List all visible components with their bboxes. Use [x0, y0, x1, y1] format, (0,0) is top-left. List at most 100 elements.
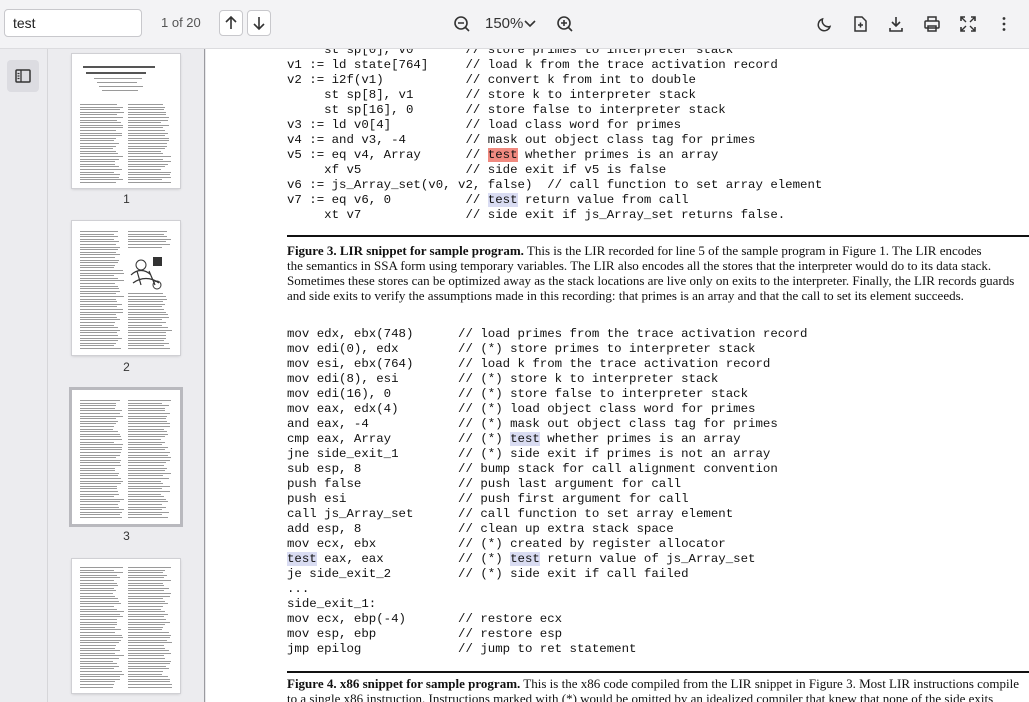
page-thumbnail-4[interactable]	[72, 559, 180, 693]
fullscreen-icon	[960, 16, 976, 32]
thumbnail-text-line	[128, 117, 169, 118]
thumbnail-text-line	[80, 470, 116, 472]
thumbnail-text-line	[80, 645, 116, 646]
thumbnail-text-line	[128, 174, 170, 176]
thumbnail-text-line	[80, 619, 118, 620]
thumbnail-text-line	[128, 119, 168, 121]
page-thumbnail-1[interactable]	[72, 54, 180, 188]
thumbnail-text-line	[80, 671, 123, 672]
thumbnail-text-line	[80, 246, 121, 248]
zoom-dropdown-button[interactable]	[521, 12, 539, 34]
code-text: mov esp, ebp // restore esp	[287, 627, 563, 641]
thumbnail-text-line	[128, 467, 167, 469]
fullscreen-button[interactable]	[956, 11, 980, 37]
sidebar-icon	[15, 69, 31, 83]
thumbnail-text-line	[128, 678, 170, 680]
thumbnail-text-line	[80, 244, 117, 245]
thumbnail-text-line	[80, 517, 123, 518]
thumbnail-text-line	[128, 400, 171, 401]
caption-line: to a single x86 instruction. Instruction…	[287, 691, 1029, 702]
thumbnail-text-line	[80, 233, 115, 235]
thumbnail-text-line	[80, 238, 114, 240]
thumbnail-text-line	[80, 467, 116, 469]
thumbnail-page-number: 3	[123, 529, 130, 543]
code-line: v7 := eq v6, 0 // test return value from…	[287, 193, 822, 208]
thumbnail-text-line	[128, 418, 166, 420]
thumbnail-text-line	[128, 600, 165, 602]
print-button[interactable]	[920, 11, 944, 37]
thumbnail-text-line	[128, 598, 164, 600]
download-button[interactable]	[884, 11, 908, 37]
thumbnail-title-line	[83, 66, 155, 68]
thumbnail-text-line	[128, 182, 172, 183]
thumbnail-text-line	[80, 241, 120, 243]
code-line: mov esi, ebx(764) // load k from the tra…	[287, 357, 808, 372]
thumbnail-text-line	[128, 470, 166, 472]
code-text: mov edx, ebx(748) // load primes from th…	[287, 327, 808, 341]
thumbnail-text-line	[128, 145, 168, 147]
thumbnail-text-line	[128, 441, 166, 443]
thumbnail-text-line	[128, 114, 167, 116]
thumbnail-text-line	[80, 454, 120, 456]
thumbnail-text-line	[128, 611, 165, 613]
page-thumbnail-3[interactable]	[72, 390, 180, 524]
thumbnail-text-line	[80, 569, 114, 571]
code-line: cmp eax, Array // (*) test whether prime…	[287, 432, 808, 447]
thumbnail-text-line	[80, 137, 117, 139]
thumbnail-text-line	[128, 423, 170, 425]
thumbnail-text-line	[80, 293, 117, 295]
thumbnail-text-line	[128, 449, 166, 451]
thumbnail-text-line	[80, 629, 121, 631]
code-line: mov esp, ebp // restore esp	[287, 627, 808, 642]
more-options-button[interactable]	[992, 11, 1016, 37]
code-text: st sp[0], v0 // store primes to interpre…	[287, 49, 734, 57]
thumbnail-title-line	[99, 86, 143, 87]
thumbnail-text-line	[128, 655, 165, 657]
chevron-down-icon	[524, 20, 536, 28]
thumbnail-text-line	[80, 413, 120, 414]
thumbnail-text-line	[80, 143, 119, 144]
zoom-out-button[interactable]	[450, 11, 474, 37]
thumbnail-text-line	[80, 171, 114, 173]
thumbnail-text-line	[80, 509, 124, 511]
zoom-in-button[interactable]	[553, 11, 577, 37]
thumbnail-text-line	[128, 301, 163, 303]
thumbnail-text-line	[80, 585, 119, 587]
code-text: jmp epilog // jump to ret statement	[287, 642, 637, 656]
add-document-button[interactable]	[848, 11, 872, 37]
zoom-level[interactable]: 150%	[485, 15, 523, 32]
code-text: v3 := ld v0[4] // load class word for pr…	[287, 118, 682, 132]
thumbnail-text-line	[128, 603, 168, 605]
thumbnail-text-line	[80, 402, 117, 404]
code-text: v5 := eq v4, Array //	[287, 148, 488, 162]
thumbnail-text-line	[80, 124, 123, 126]
code-line: st sp[0], v0 // store primes to interpre…	[287, 49, 822, 58]
thumbnail-text-line	[80, 577, 120, 579]
thumbnail-text-line	[128, 303, 165, 305]
thumbnail-text-line	[80, 611, 124, 613]
next-match-button[interactable]	[247, 10, 271, 36]
code-text: st sp[8], v1 // store k to interpreter s…	[287, 88, 696, 102]
code-line: and eax, -4 // (*) mask out object class…	[287, 417, 808, 432]
page-thumbnail-2[interactable]	[72, 221, 180, 355]
code-line: xf v5 // side exit if v5 is false	[287, 163, 822, 178]
document-add-icon	[854, 16, 867, 32]
caption-label: Figure 3. LIR snippet for sample program…	[287, 243, 524, 258]
thumbnail-text-line	[128, 634, 172, 636]
search-input[interactable]	[4, 9, 142, 37]
toggle-sidebar-button[interactable]	[7, 60, 39, 92]
code-line: push false // push last argument for cal…	[287, 477, 808, 492]
code-text: push false // push last argument for cal…	[287, 477, 682, 491]
code-text: return value from call	[517, 193, 689, 207]
thumbnail-text-line	[128, 140, 170, 142]
code-line: mov eax, edx(4) // (*) load object class…	[287, 402, 808, 417]
caption-text: and side exits to verify the assumptions…	[287, 288, 964, 303]
thumbnail-text-line	[128, 582, 163, 584]
thumbnail-text-line	[80, 606, 114, 607]
thumbnail-text-line	[128, 639, 168, 641]
thumbnail-title-line	[97, 82, 137, 83]
search-match: test	[510, 432, 540, 446]
previous-match-button[interactable]	[219, 10, 243, 36]
dark-mode-button[interactable]	[813, 11, 837, 37]
thumbnail-text-line	[80, 621, 118, 623]
